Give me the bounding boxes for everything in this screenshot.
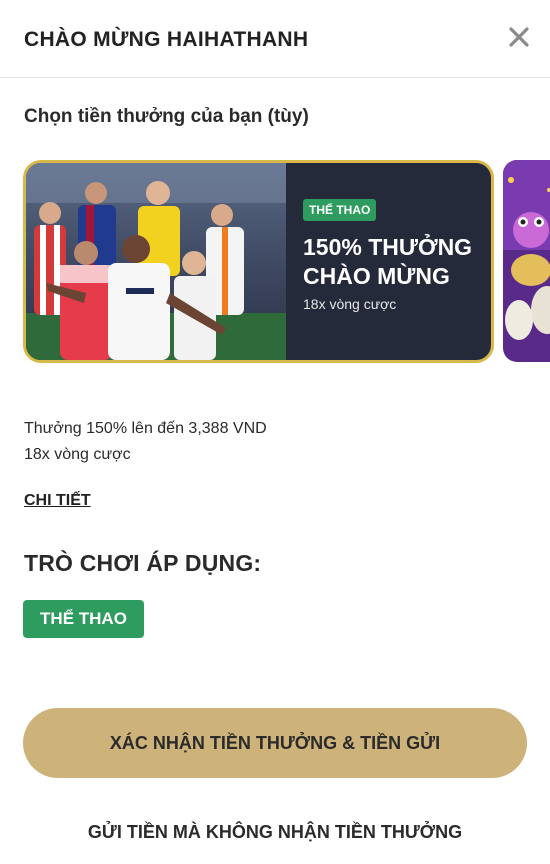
card-category-badge: THỂ THAO [303,199,377,221]
game-tag-sports[interactable]: THỂ THAO [23,600,144,638]
bonus-carousel[interactable]: THỂ THAO 150% THƯỞNG CHÀO MỪNG 18x vòng … [0,158,550,364]
bonus-card-sports[interactable]: THỂ THAO 150% THƯỞNG CHÀO MỪNG 18x vòng … [23,160,494,363]
modal-title: CHÀO MỪNG HAIHATHANH [24,28,309,51]
close-icon [509,27,529,47]
card-wager: 18x vòng cược [303,296,397,312]
close-button[interactable] [504,22,534,52]
casino-toy-image [503,160,550,362]
card-title: 150% THƯỞNG CHÀO MỪNG [303,234,473,289]
deposit-without-bonus-button[interactable]: GỬI TIỀN MÀ KHÔNG NHẬN TIỀN THƯỞNG [0,822,550,843]
bonus-wager-requirement: 18x vòng cược [24,446,131,463]
modal-header: CHÀO MỪNG HAIHATHANH [0,0,550,78]
confirm-bonus-deposit-button[interactable]: XÁC NHẬN TIỀN THƯỞNG & TIỀN GỬI [23,708,527,778]
football-players-image [26,163,286,360]
bonus-description: Thưởng 150% lên đến 3,388 VND [24,420,267,437]
bonus-card-next[interactable] [503,160,550,362]
details-link[interactable]: CHI TIẾT [24,492,91,510]
applicable-games-heading: TRÒ CHƠI ÁP DỤNG: [24,550,262,576]
section-subtitle: Chọn tiền thưởng của bạn (tùy) [24,106,309,127]
